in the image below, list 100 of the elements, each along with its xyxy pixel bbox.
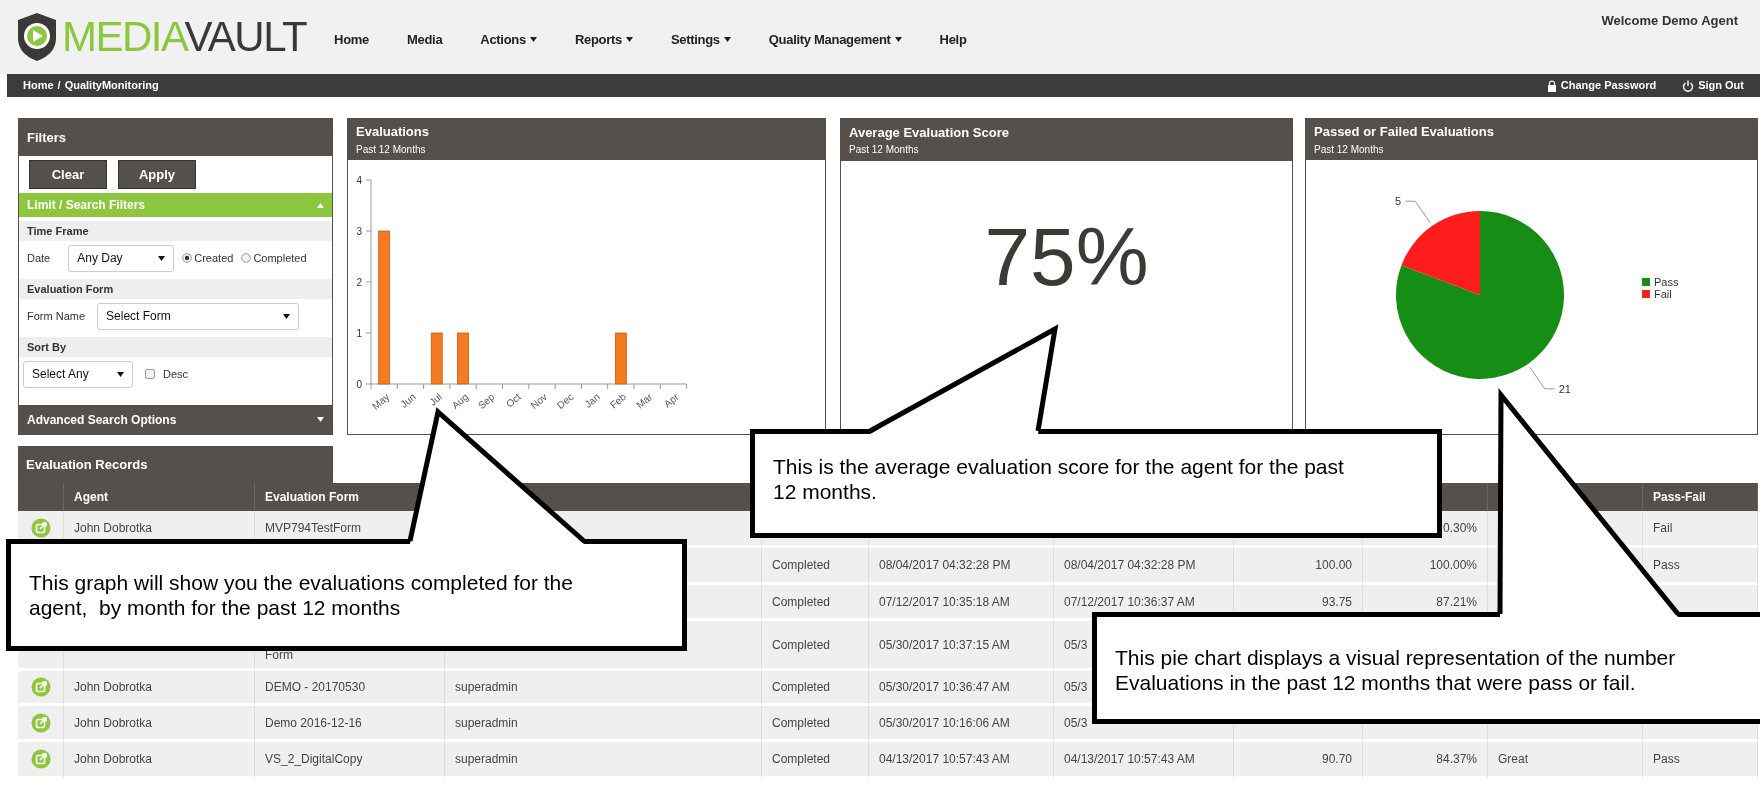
account-link[interactable]: Sign Out: [1682, 77, 1744, 94]
axis-label: 1: [356, 328, 362, 339]
edit-icon[interactable]: [30, 749, 51, 769]
axis-label: Jun: [398, 391, 418, 410]
nav-link[interactable]: Actions: [480, 30, 537, 50]
legend-swatch: [1642, 290, 1650, 298]
table-cell: superadmin: [455, 715, 518, 730]
table-cell: 84.37%: [1436, 752, 1477, 766]
table-cell: Completed: [772, 752, 831, 766]
breadcrumb-link[interactable]: Home: [23, 77, 54, 94]
nav-link[interactable]: Quality Management: [768, 30, 902, 50]
card-subtitle: Past 12 Months: [356, 142, 427, 157]
table-cell: Pass: [1653, 558, 1680, 572]
field-label: Date: [27, 250, 51, 266]
table-cell: Demo 2016-12-16: [265, 715, 362, 730]
option-label: Created: [194, 250, 234, 266]
table-cell: Great: [1498, 752, 1528, 766]
legend-label: Fail: [1654, 288, 1672, 300]
group-heading: Evaluation Form: [27, 281, 114, 297]
nav-link[interactable]: Help: [939, 30, 967, 50]
callout: This pie chart displays a visual representation of the number Evaluations in the past 12 months that were pass or fail.: [1092, 612, 1760, 724]
axis-label: 0: [356, 379, 362, 390]
table-cell: 05/3: [1064, 680, 1088, 694]
table-cell: VS_2_DigitalCopy: [265, 752, 363, 766]
axis-label: Sep: [475, 391, 497, 411]
table-cell: Pass: [1653, 752, 1680, 766]
table-cell: 05/30/2017 10:16:06 AM: [879, 715, 1010, 730]
checkbox[interactable]: [145, 369, 155, 379]
table-cell: Fail: [1653, 521, 1673, 535]
caret-icon: [117, 371, 124, 377]
table-cell: Completed: [772, 637, 831, 652]
table-cell: Completed: [772, 594, 831, 609]
select-field[interactable]: Select Form: [97, 302, 300, 330]
table-cell: MVP794TestForm: [265, 521, 362, 535]
legend-label: Pass: [1654, 276, 1679, 288]
table-cell: Completed: [772, 680, 831, 694]
legend-swatch: [1642, 278, 1650, 286]
table-cell: John Dobrotka: [74, 521, 153, 535]
checkbox-label: Desc: [163, 366, 189, 382]
panel-title: Filters: [27, 128, 66, 147]
axis-label: Nov: [528, 391, 550, 411]
axis-label: 4: [356, 175, 362, 186]
account-link[interactable]: Change Password: [1546, 77, 1657, 94]
edit-icon[interactable]: [30, 518, 51, 538]
axis-label: Feb: [607, 391, 629, 411]
power-icon: [1682, 79, 1695, 92]
table-cell: 04/13/2017 10:57:43 AM: [879, 752, 1010, 766]
chart-bar: [430, 332, 443, 385]
logo-text: MEDIAVAULT: [62, 16, 307, 58]
card-title: Evaluations: [356, 123, 430, 142]
select-field[interactable]: Select Any: [23, 360, 133, 388]
option-label: Completed: [253, 250, 307, 266]
table-cell: 05/30/2017 10:37:15 AM: [879, 637, 1010, 652]
axis-label: Jul: [427, 391, 445, 408]
table-cell: superadmin: [455, 680, 518, 694]
table-cell: 90.70: [1321, 752, 1352, 766]
section-header[interactable]: Advanced Search Options: [19, 405, 332, 434]
nav-link[interactable]: Settings: [670, 30, 731, 50]
axis-label: Aug: [449, 391, 471, 411]
welcome-text: Welcome Demo Agent: [1601, 12, 1738, 30]
table-cell: 93.75: [1321, 594, 1352, 609]
edit-icon[interactable]: [30, 677, 51, 697]
edit-icon[interactable]: [30, 712, 51, 733]
table-cell: Completed: [772, 715, 831, 730]
table-cell: 100.00: [1315, 558, 1352, 572]
chart-bar: [457, 332, 469, 385]
axis-label: 2: [356, 277, 362, 288]
leader-line: [1404, 200, 1431, 224]
axis-label: Jan: [582, 391, 602, 410]
table-cell: 07/12/2017 10:36:37 AM: [1064, 594, 1195, 609]
table-cell: 87.21%: [1436, 594, 1477, 609]
filter-button[interactable]: Apply: [118, 159, 196, 190]
breadcrumb-link[interactable]: QualityMonitoring: [64, 77, 159, 94]
table-cell: 07/12/2017 10:35:18 AM: [879, 594, 1010, 609]
table-cell: 08/04/2017 04:32:28 PM: [879, 558, 1011, 572]
section-title: Evaluation Records: [26, 455, 148, 474]
table-cell: John Dobrotka: [74, 680, 153, 694]
table-cell: 05/30/2017 10:36:47 AM: [879, 680, 1010, 694]
filter-button[interactable]: Clear: [29, 159, 107, 190]
table-cell: 05/3: [1064, 715, 1088, 730]
group-heading: Time Frame: [27, 223, 89, 239]
axis-label: 3: [356, 226, 362, 237]
table-cell: 0.30%: [1442, 521, 1477, 535]
table-cell: 05/3: [1064, 637, 1088, 652]
radio-button[interactable]: [182, 253, 193, 263]
nav-link[interactable]: Media: [406, 30, 443, 50]
breadcrumb-separator: /: [57, 78, 61, 94]
radio-button[interactable]: [241, 253, 252, 263]
select-field[interactable]: Any Day: [68, 244, 175, 272]
axis-label: Mar: [634, 391, 655, 411]
field-label: Form Name: [27, 308, 86, 324]
table-cell: 08/04/2017 04:32:28 PM: [1064, 558, 1196, 572]
data-label: 21: [1558, 382, 1571, 395]
nav-link[interactable]: Reports: [574, 30, 633, 50]
nav-link[interactable]: Home: [334, 30, 369, 50]
axis-label: Apr: [661, 391, 681, 410]
table-cell: 100.00%: [1429, 558, 1477, 572]
data-label: 5: [1395, 195, 1402, 208]
card-subtitle: Past 12 Months: [849, 143, 920, 158]
column-header[interactable]: Agent: [74, 490, 108, 504]
